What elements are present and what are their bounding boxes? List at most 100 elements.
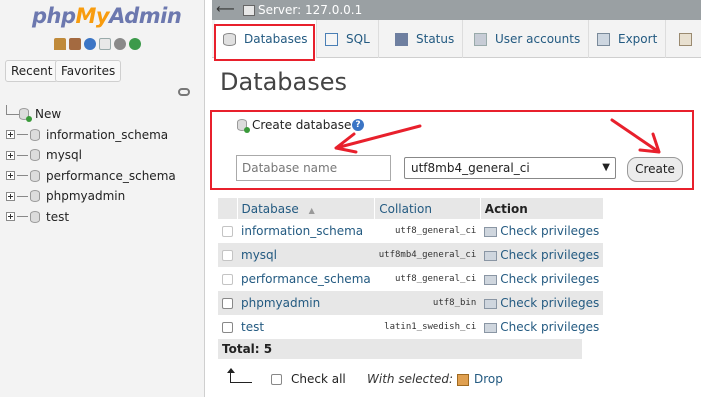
recent-tab[interactable]: Recent	[5, 60, 59, 82]
server-breadcrumb[interactable]: Server: 127.0.0.1	[258, 3, 362, 17]
database-icon	[30, 128, 40, 141]
create-database-label: Create database	[252, 118, 352, 132]
tab-user-accounts[interactable]: User accounts	[466, 20, 590, 58]
tree-item-label: mysql	[46, 148, 82, 163]
table-header-row: Database ▲ Collation Action	[218, 198, 604, 219]
link-icon[interactable]	[178, 88, 190, 96]
tree-connector	[17, 195, 28, 197]
database-link[interactable]: information_schema	[241, 224, 363, 238]
privileges-icon	[484, 250, 498, 261]
logo-php: php	[32, 4, 76, 28]
expand-icon[interactable]	[6, 150, 15, 160]
create-database-heading: Create database	[237, 118, 352, 133]
status-icon	[395, 32, 408, 46]
database-link[interactable]: phpmyadmin	[241, 296, 320, 310]
collation-column-header[interactable]: Collation	[374, 198, 481, 219]
row-checkbox[interactable]	[222, 298, 233, 309]
privileges-icon	[484, 274, 498, 285]
database-link[interactable]: mysql	[241, 248, 277, 262]
tree-item-label: test	[46, 209, 70, 224]
collation-select[interactable]: utf8mb4_general_ci ▼	[404, 157, 616, 179]
drop-button[interactable]: Drop	[474, 372, 503, 386]
check-privileges-label: Check privileges	[500, 224, 600, 238]
phpmyadmin-logo[interactable]: phpMyAdmin	[32, 4, 182, 28]
home-icon[interactable]	[54, 38, 66, 50]
row-checkbox-cell	[218, 291, 237, 315]
collation-value: utf8_bin	[374, 291, 481, 315]
check-privileges-link[interactable]: Check privileges	[484, 296, 599, 310]
database-icon	[30, 210, 40, 223]
reload-icon[interactable]	[129, 38, 141, 50]
database-link[interactable]: performance_schema	[241, 272, 371, 286]
row-checkbox-cell	[218, 219, 237, 243]
database-icon	[30, 149, 40, 162]
database-column-header[interactable]: Database ▲	[237, 198, 376, 219]
database-header-label: Database	[241, 201, 299, 216]
help-icon[interactable]	[84, 38, 96, 50]
row-checkbox[interactable]	[222, 322, 233, 333]
chevron-down-icon: ▼	[602, 162, 610, 173]
table-row: information_schema utf8_general_ci Check…	[218, 219, 604, 243]
collapse-arrow-icon[interactable]: ⟵	[216, 2, 235, 17]
favorites-tab[interactable]: Favorites	[55, 60, 122, 82]
main-menu-tabs: Databases SQL Status User accounts Expor…	[212, 20, 701, 58]
tab-databases[interactable]: Databases	[215, 20, 317, 58]
server-icon	[243, 5, 255, 16]
privileges-icon	[484, 322, 498, 333]
collation-value: utf8mb4_general_ci	[374, 243, 481, 267]
users-icon	[474, 32, 487, 46]
tree-item-mysql[interactable]: mysql	[0, 145, 205, 166]
expand-icon[interactable]	[6, 191, 15, 201]
sort-ascending-icon: ▲	[308, 205, 315, 215]
tree-connector	[17, 134, 28, 136]
tree-item-label: information_schema	[46, 127, 169, 142]
tree-connector	[17, 154, 28, 156]
export-icon	[597, 32, 610, 46]
page-title: Databases	[220, 68, 348, 96]
database-icon	[30, 190, 40, 203]
row-checkbox-cell	[218, 267, 237, 291]
tab-export[interactable]: Export	[589, 20, 667, 58]
help-icon[interactable]: ?	[352, 119, 364, 131]
database-name-input[interactable]	[236, 155, 391, 181]
create-button[interactable]: Create	[627, 157, 683, 182]
tree-item-performance-schema[interactable]: performance_schema	[0, 166, 205, 187]
settings-icon[interactable]	[114, 38, 126, 50]
expand-icon[interactable]	[6, 130, 15, 140]
tree-item-test[interactable]: test	[0, 207, 205, 228]
check-privileges-link[interactable]: Check privileges	[484, 224, 599, 238]
new-database-icon	[237, 119, 250, 133]
tab-sql[interactable]: SQL	[317, 20, 379, 58]
expand-icon[interactable]	[6, 212, 15, 222]
tab-label: Export	[618, 32, 658, 46]
drop-icon[interactable]	[457, 374, 469, 386]
check-all-label[interactable]: Check all	[291, 372, 346, 386]
table-row: phpmyadmin utf8_bin Check privileges	[218, 291, 604, 315]
check-privileges-label: Check privileges	[500, 320, 600, 334]
tree-item-information-schema[interactable]: information_schema	[0, 125, 205, 146]
nav-icon-bar	[54, 38, 141, 50]
privileges-icon	[484, 298, 498, 309]
check-privileges-link[interactable]: Check privileges	[484, 248, 599, 262]
table-row: mysql utf8mb4_general_ci Check privilege…	[218, 243, 604, 267]
tree-item-phpmyadmin[interactable]: phpmyadmin	[0, 186, 205, 207]
check-privileges-link[interactable]: Check privileges	[484, 320, 599, 334]
tree-item-new[interactable]: New	[0, 104, 205, 125]
docs-icon[interactable]	[99, 38, 111, 50]
database-icon	[30, 169, 40, 182]
check-privileges-link[interactable]: Check privileges	[484, 272, 599, 286]
sql-icon	[325, 32, 338, 46]
check-all-checkbox[interactable]	[271, 374, 282, 385]
new-database-icon	[19, 108, 32, 123]
tab-status[interactable]: Status	[387, 20, 464, 58]
row-checkbox	[222, 250, 233, 261]
expand-icon[interactable]	[6, 171, 15, 181]
action-header-label: Action	[484, 201, 528, 216]
total-row: Total: 5	[218, 339, 582, 359]
collation-select-value: utf8mb4_general_ci	[411, 161, 530, 175]
collation-value: utf8_general_ci	[374, 267, 481, 291]
exit-icon[interactable]	[69, 38, 81, 50]
check-privileges-label: Check privileges	[500, 296, 600, 310]
database-link[interactable]: test	[241, 320, 264, 334]
tab-import[interactable]	[671, 20, 701, 58]
